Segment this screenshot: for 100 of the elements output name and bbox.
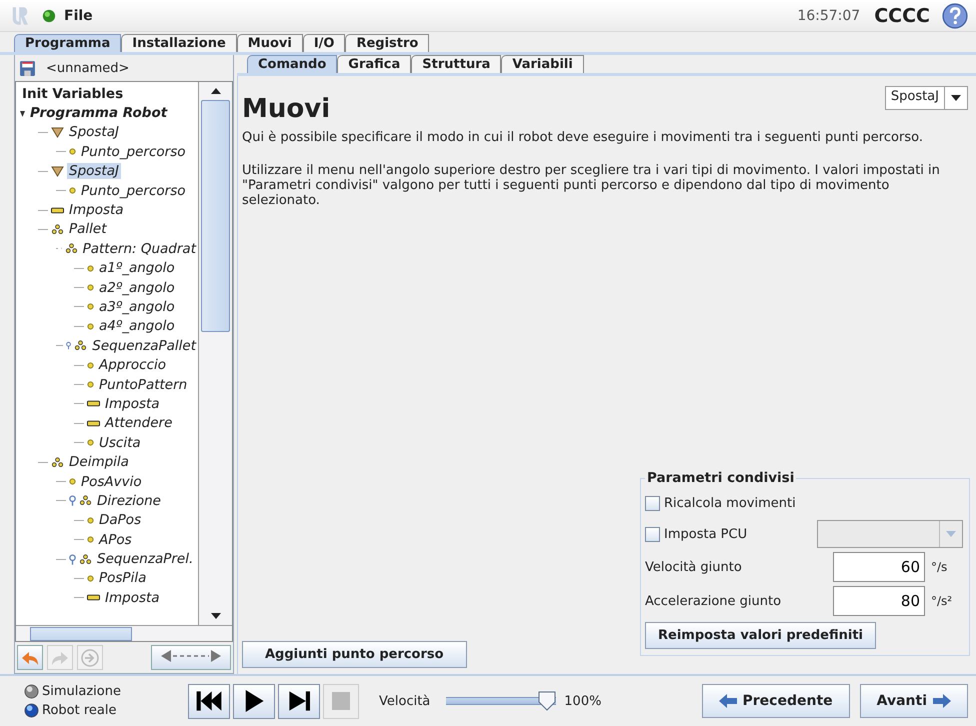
undo-button[interactable]	[17, 645, 43, 670]
file-menu[interactable]: File	[64, 8, 93, 24]
bar-icon	[87, 398, 100, 410]
skip-forward-button[interactable]	[278, 684, 320, 718]
tree-item[interactable]: SequenzaPallet	[90, 338, 198, 354]
radio-sphere-icon[interactable]	[24, 684, 39, 699]
tree-item[interactable]: PuntoPattern	[97, 376, 190, 393]
bar-icon	[87, 592, 100, 604]
tree-item[interactable]: a3º_angolo	[97, 298, 177, 315]
input-field[interactable]: 60	[833, 552, 925, 582]
expand-icon[interactable]	[20, 110, 25, 117]
dot-icon	[87, 574, 94, 582]
globe-icon	[42, 8, 56, 22]
dot-icon	[87, 284, 94, 292]
program-filename: <unnamed>	[46, 60, 130, 76]
slider-thumb[interactable]	[538, 691, 556, 711]
previous-button[interactable]: Precedente	[702, 684, 850, 718]
left-arrow-icon	[718, 694, 736, 708]
dot-icon	[87, 381, 94, 388]
page-title: Muovi	[242, 94, 330, 124]
description-text: Utilizzare il menu nell'angolo superiore destro per scegliere tra i vari tipi di movimento. I valori impostati in "Parametri condivisi" valgono per tutti i seguenti punti percorso e dipendono dal tipo di movimento selezionato.	[242, 163, 941, 208]
dots-icon	[79, 554, 92, 565]
scroll-up-icon[interactable]	[210, 88, 220, 94]
tree-item[interactable]: Init Variables	[20, 86, 126, 102]
vertical-scrollbar[interactable]	[198, 82, 232, 625]
main-tab[interactable]: Programma	[14, 34, 122, 52]
dot-icon	[87, 536, 94, 544]
skip-back-button[interactable]	[188, 684, 230, 718]
logo-icon	[12, 4, 28, 26]
bar-icon	[51, 204, 64, 216]
main-tab[interactable]: Installazione	[121, 34, 237, 52]
sub-tab[interactable]: Comando	[247, 55, 338, 73]
tree-item[interactable]: DaPos	[97, 512, 144, 528]
tree-item[interactable]: PosPila	[97, 570, 148, 586]
dot-icon	[87, 303, 94, 310]
caret-icon	[951, 95, 961, 101]
unit-label: °/s²	[931, 594, 952, 608]
tree-item[interactable]: Uscita	[97, 434, 143, 451]
tree-item[interactable]: SpostaJ	[67, 124, 121, 140]
robot-name: CCCC	[874, 4, 930, 26]
tree-item[interactable]: SpostaJ	[67, 163, 121, 180]
dots-icon	[74, 340, 88, 352]
dots-icon	[51, 456, 64, 468]
main-tab[interactable]: I/O	[302, 34, 346, 52]
tree-item[interactable]: Deimpila	[67, 454, 131, 470]
resize-button[interactable]	[151, 645, 231, 670]
tree-item[interactable]: PosAvvio	[79, 474, 144, 490]
move-type-dropdown[interactable]: SpostaJ	[884, 86, 968, 110]
sub-tab[interactable]: Grafica	[337, 55, 412, 73]
sub-tab[interactable]: Variabili	[501, 55, 584, 73]
tree-item[interactable]: Attendere	[103, 415, 174, 432]
next-button[interactable]: Avanti	[860, 684, 968, 718]
mode-label: Robot reale	[42, 703, 116, 718]
field-label: Velocità giunto	[645, 560, 743, 574]
checkbox[interactable]	[645, 526, 660, 542]
dot-icon	[69, 187, 76, 194]
sub-tab[interactable]: Struttura	[411, 55, 502, 73]
bar-icon	[87, 418, 100, 429]
caret-icon	[946, 531, 956, 537]
tree-item[interactable]: a1º_angolo	[97, 260, 177, 276]
scroll-down-icon[interactable]	[210, 613, 220, 619]
tree-item[interactable]: Programma Robot	[28, 105, 170, 122]
main-tab[interactable]: Muovi	[236, 34, 303, 52]
checkbox[interactable]	[645, 496, 660, 510]
dot-icon	[87, 516, 94, 524]
dots-icon	[79, 495, 92, 506]
tree-item[interactable]: Punto_percorso	[79, 144, 188, 160]
tree-item[interactable]: Pattern: Quadrat	[80, 240, 198, 257]
skip-back-icon	[195, 690, 223, 712]
tree-item[interactable]: APos	[97, 532, 134, 548]
clock-time: 16:57:07	[797, 8, 860, 24]
description-text: Qui è possibile specificare il modo in cui il robot deve eseguire i movimenti tra i seguenti punti percorso.	[242, 130, 924, 145]
input-field[interactable]: 80	[833, 586, 925, 616]
stop-icon	[332, 692, 350, 710]
dot-icon	[69, 148, 76, 156]
main-tab[interactable]: Registro	[345, 34, 430, 52]
tree-item[interactable]: Approccio	[97, 357, 168, 374]
speed-label: Velocità	[379, 694, 430, 708]
triangle-icon	[51, 166, 64, 177]
right-arrow-icon	[933, 694, 951, 708]
tree-item[interactable]: Imposta	[103, 396, 162, 412]
tree-item[interactable]: Imposta	[67, 202, 126, 218]
tree-item[interactable]: a2º_angolo	[97, 280, 177, 296]
help-icon[interactable]	[942, 2, 968, 28]
tree-item[interactable]: Imposta	[103, 590, 162, 606]
dot-icon	[87, 439, 94, 446]
tree-item[interactable]: Punto_percorso	[79, 182, 188, 199]
dot-icon	[69, 478, 76, 485]
tree-item[interactable]: Pallet	[67, 221, 109, 238]
tree-item[interactable]: a4º_angolo	[97, 318, 177, 334]
reset-defaults-button[interactable]: Reimposta valori predefiniti	[645, 622, 876, 649]
play-button[interactable]	[233, 684, 275, 718]
tree-item[interactable]: Direzione	[95, 492, 163, 509]
dots-icon	[51, 224, 64, 235]
add-waypoint-button[interactable]: Aggiunti punto percorso	[242, 641, 467, 668]
tree-item[interactable]: SequenzaPrel.	[95, 551, 196, 568]
radio-sphere-icon[interactable]	[24, 703, 39, 718]
dot-icon	[87, 362, 94, 369]
horizontal-scrollbar[interactable]	[16, 625, 232, 641]
checkbox-label: Ricalcola movimenti	[664, 496, 796, 510]
